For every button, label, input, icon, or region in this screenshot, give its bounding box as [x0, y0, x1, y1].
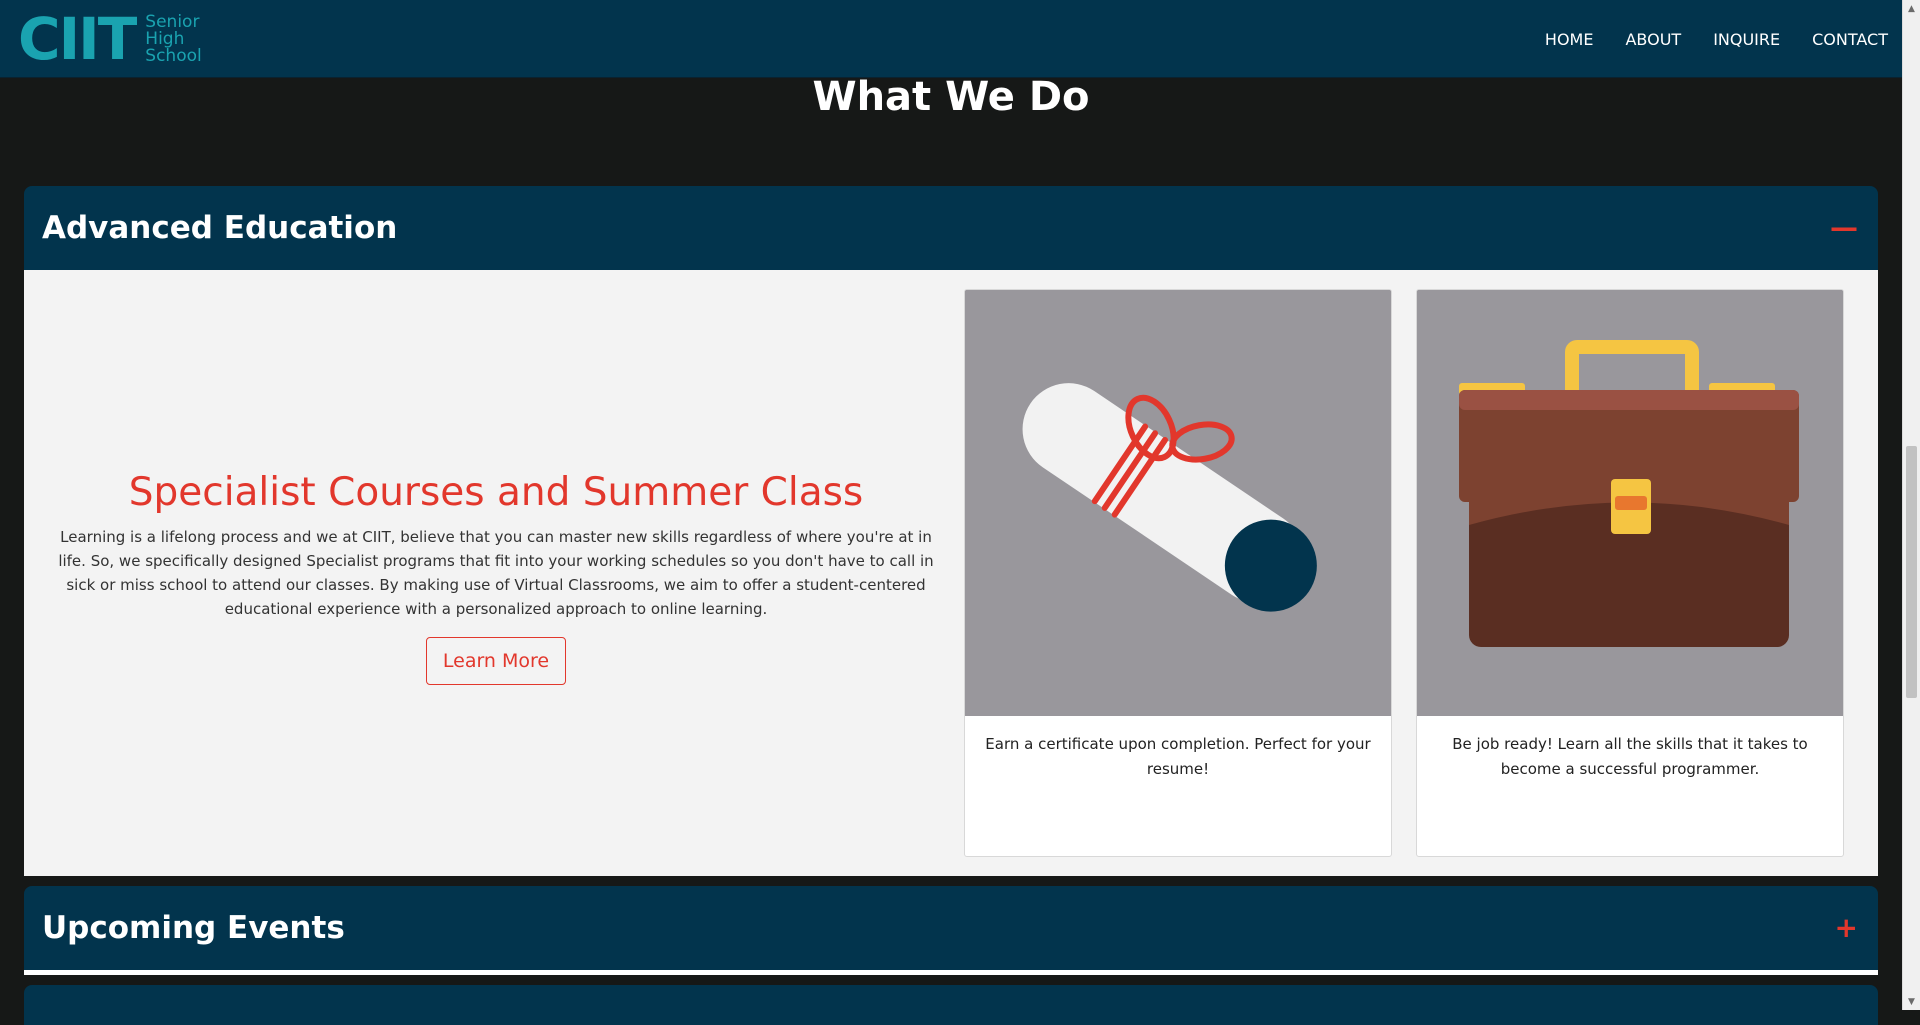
logo-text: Senior High School [145, 11, 202, 66]
nav-link-inquire[interactable]: INQUIRE [1713, 30, 1780, 49]
logo-text-line1: Senior [145, 11, 200, 32]
navbar: CIIT Senior High School HOME ABOUT INQUI… [0, 0, 1902, 78]
accordion-header-advanced-education[interactable]: Advanced Education — [24, 186, 1878, 270]
diploma-icon [965, 290, 1391, 716]
page-scrollbar[interactable]: ▲ ▼ [1902, 0, 1920, 1010]
expand-icon[interactable]: + [1835, 886, 1858, 970]
logo-text-line2: High [145, 28, 185, 49]
card-job-ready: Be job ready! Learn all the skills that … [1416, 289, 1844, 857]
nav-link-home[interactable]: HOME [1545, 30, 1594, 49]
card-text: Be job ready! Learn all the skills that … [1452, 735, 1808, 778]
collapse-icon[interactable]: — [1830, 186, 1858, 270]
intro-block: Specialist Courses and Summer Class Lear… [56, 470, 936, 685]
nav-link-contact[interactable]: CONTACT [1812, 30, 1888, 49]
briefcase-icon [1417, 290, 1843, 716]
logo-mark: CIIT [18, 5, 137, 73]
section-title: What We Do [812, 74, 1090, 120]
accordion-title: Upcoming Events [42, 910, 345, 946]
accordion-header-upcoming-events[interactable]: Upcoming Events + [24, 886, 1878, 970]
site-logo[interactable]: CIIT Senior High School [18, 8, 202, 70]
accordion-header-next[interactable] [24, 985, 1878, 1025]
scroll-thumb[interactable] [1906, 446, 1917, 698]
scroll-down-icon[interactable]: ▼ [1903, 993, 1920, 1010]
accordion-title: Advanced Education [42, 210, 398, 246]
card-certificate: Earn a certificate upon completion. Perf… [964, 289, 1392, 857]
accordion-body-advanced-education: Specialist Courses and Summer Class Lear… [24, 270, 1878, 876]
learn-more-button[interactable]: Learn More [425, 637, 567, 685]
intro-heading: Specialist Courses and Summer Class [128, 470, 864, 515]
card-text: Earn a certificate upon completion. Perf… [985, 735, 1371, 778]
intro-body: Learning is a lifelong process and we at… [58, 528, 934, 618]
nav-links: HOME ABOUT INQUIRE CONTACT [1513, 0, 1888, 78]
accordion-divider [24, 970, 1878, 975]
logo-text-line3: School [145, 45, 202, 66]
scroll-up-icon[interactable]: ▲ [1903, 0, 1920, 17]
nav-link-about[interactable]: ABOUT [1625, 30, 1681, 49]
